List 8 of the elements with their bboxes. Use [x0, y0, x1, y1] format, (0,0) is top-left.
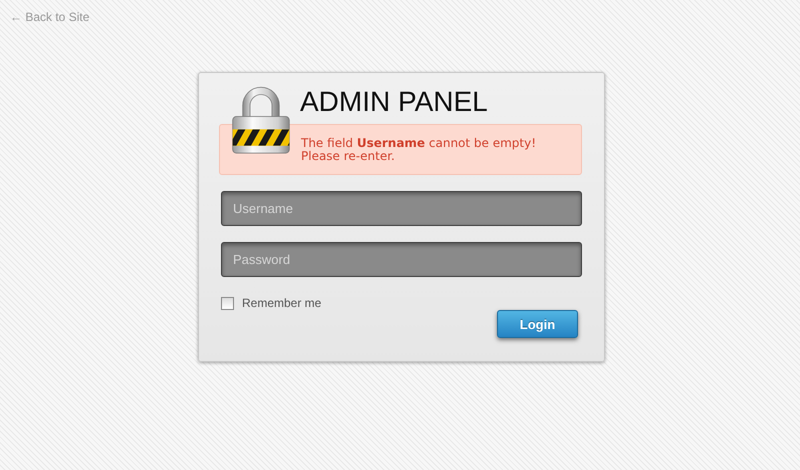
password-field[interactable]: Password [221, 242, 582, 277]
back-to-site-link[interactable]: ← Back to Site [10, 10, 90, 24]
login-button[interactable]: Login [497, 310, 578, 338]
error-message: The field Username cannot be empty! Please re-enter. [219, 124, 582, 175]
panel-title: ADMIN PANEL [300, 86, 489, 118]
remember-label: Remember me [242, 296, 322, 310]
username-field[interactable]: Username [221, 191, 582, 226]
remember-checkbox[interactable] [221, 296, 234, 310]
